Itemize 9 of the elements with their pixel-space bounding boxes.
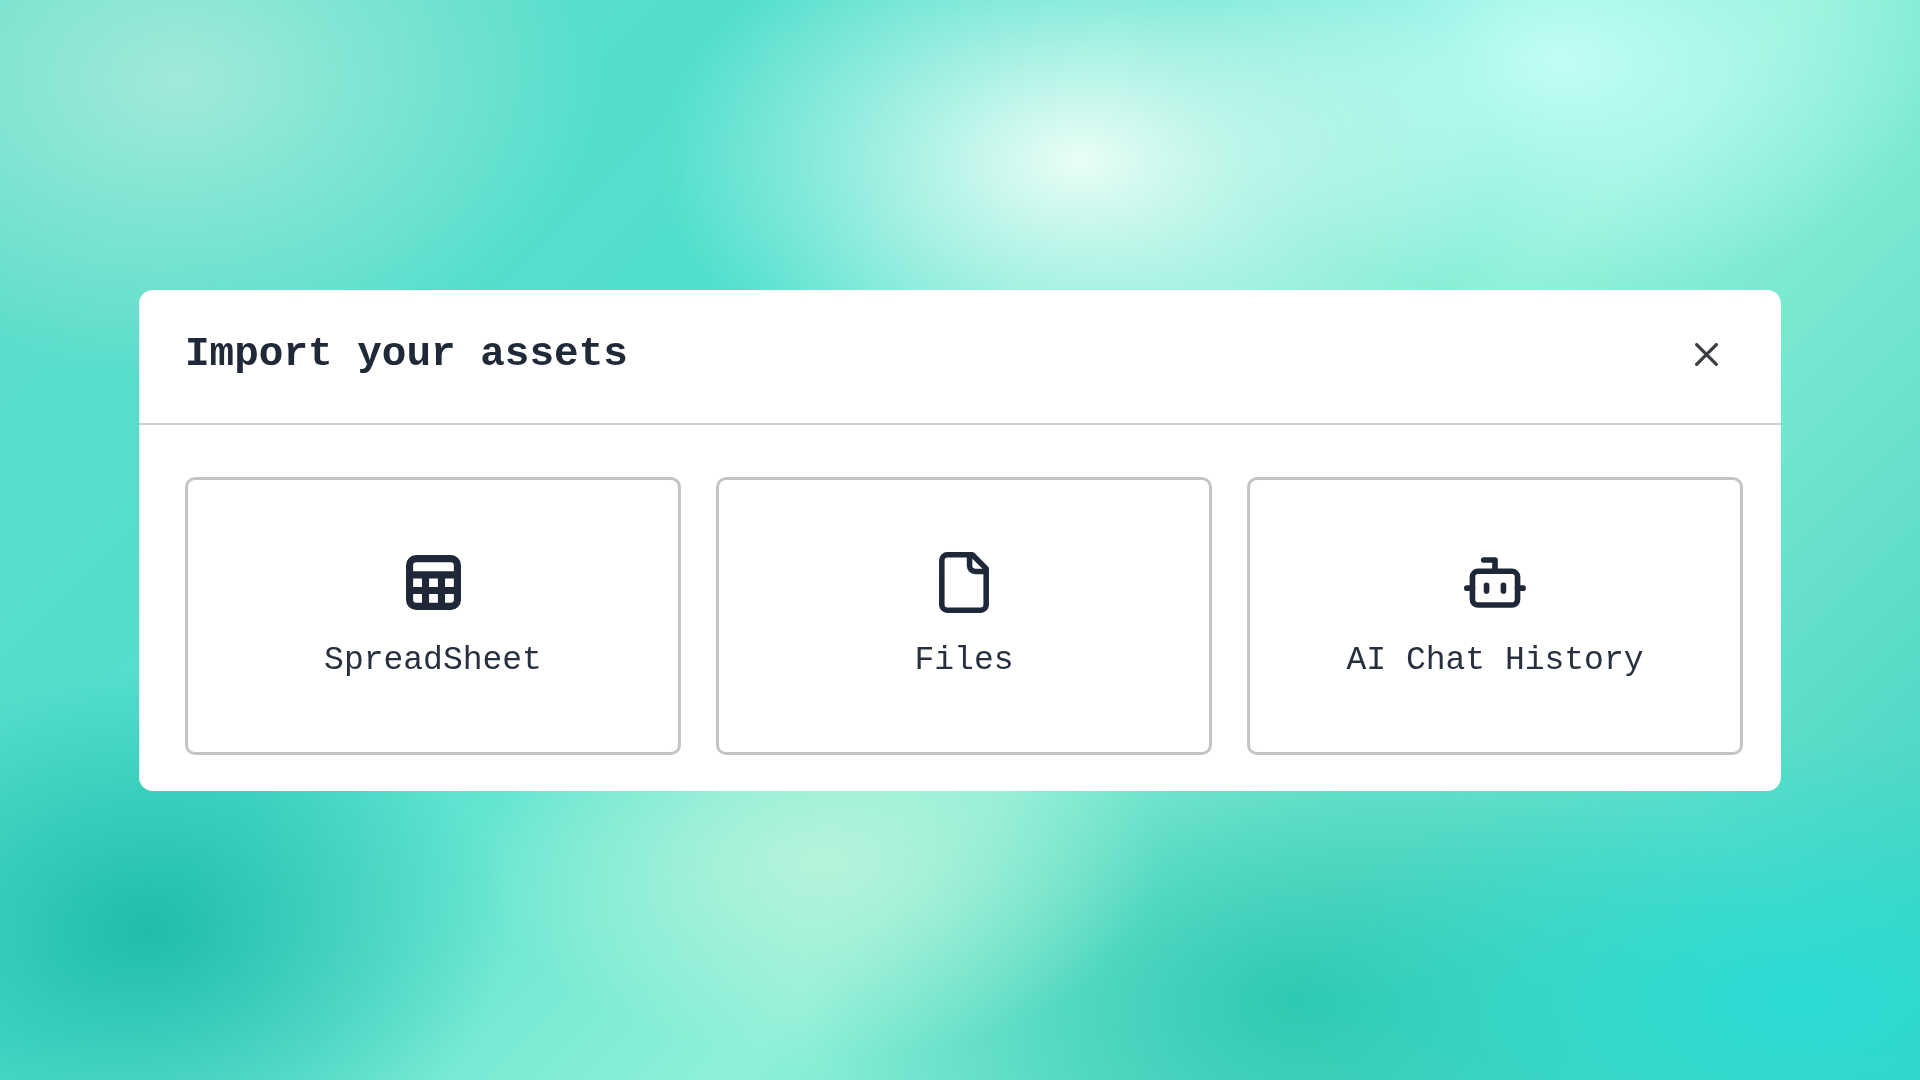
dialog-title: Import your assets xyxy=(185,331,628,377)
robot-icon xyxy=(1464,556,1526,608)
import-option-card[interactable]: SpreadSheet xyxy=(185,476,681,755)
table-icon xyxy=(405,554,461,610)
file-icon xyxy=(939,551,989,613)
import-option-card[interactable]: AI Chat History xyxy=(1247,476,1743,755)
close-button[interactable] xyxy=(1695,342,1718,366)
import-option-card[interactable]: Files xyxy=(716,476,1212,755)
close-icon xyxy=(1695,342,1718,366)
